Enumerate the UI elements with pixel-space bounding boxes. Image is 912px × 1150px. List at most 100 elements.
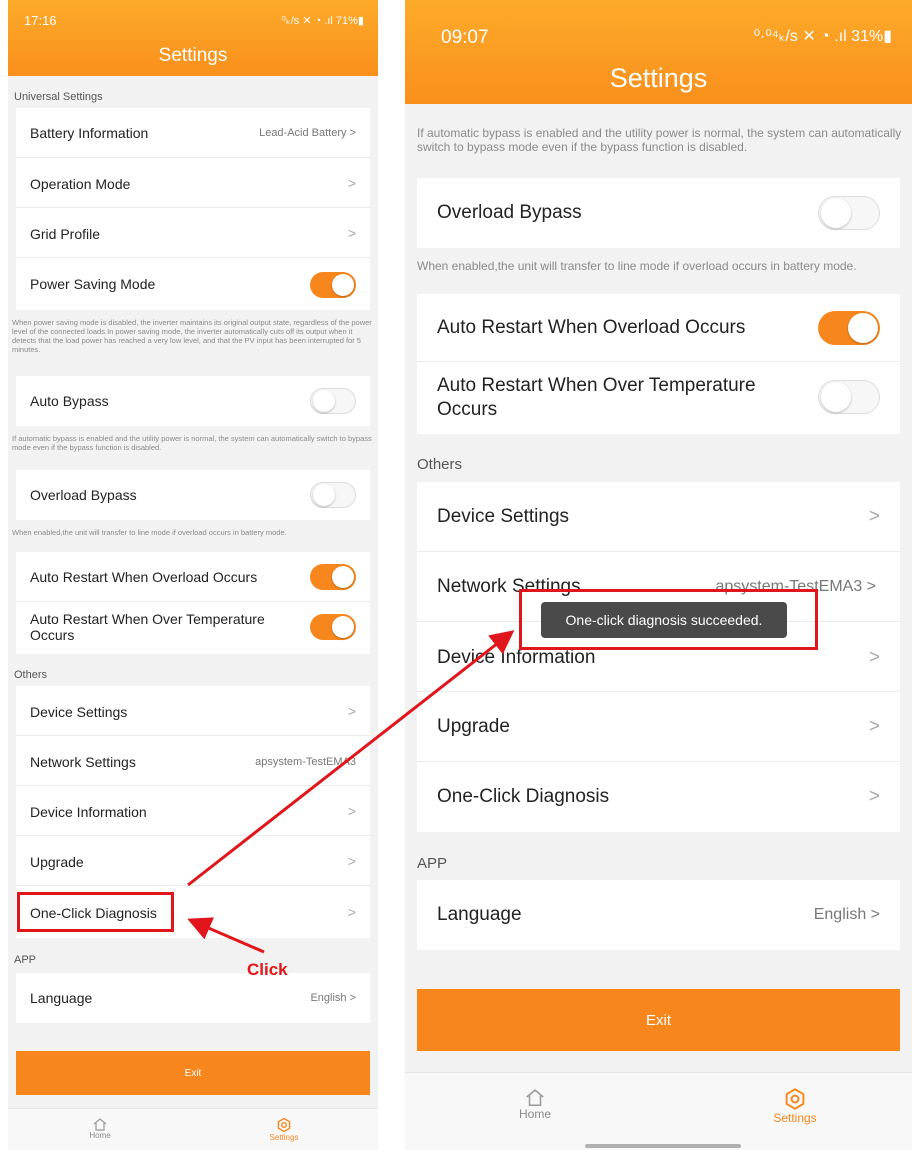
left-phone-screen: 17:16 ⁰ₖ/s ✕ ◔ .ıl 71%▮ Settings Univers… [8,0,378,1150]
status-icons: ⁰ₖ/s ✕ ◔ .ıl 71%▮ [281,15,364,27]
language-row[interactable]: Language English > [16,973,370,1023]
power-saving-toggle[interactable] [310,272,356,298]
row-value: Lead-Acid Battery > [259,127,356,139]
tab-label: Home [518,1107,551,1121]
gear-icon [277,1117,291,1133]
row-value: English > [310,992,356,1004]
chevron-right-icon: > [347,904,356,920]
toggle-knob [313,390,335,412]
section-app: APP [417,855,448,872]
row-label: Auto Restart When Over Temperature Occur… [437,375,756,420]
chevron-right-icon: > [347,853,356,869]
toggle-knob [821,382,851,412]
tab-label: Settings [773,1111,817,1125]
exit-button[interactable]: Exit [417,989,900,1051]
home-icon [526,1089,544,1107]
language-row[interactable]: Language English > [417,880,900,950]
chevron-right-icon: > [347,175,356,191]
chevron-right-icon: > [347,803,356,819]
auto-restart-overload-row: Auto Restart When Overload Occurs [16,552,370,602]
overload-bypass-card: Overload Bypass [417,178,900,248]
row-label: Device Settings [437,506,570,527]
auto-bypass-note: If automatic bypass is enabled and the u… [417,126,902,155]
toggle-knob [332,274,354,296]
gear-icon [785,1088,805,1110]
upgrade-row[interactable]: Upgrade > [417,692,900,762]
row-value: apsystem-TestEMA3 [255,756,356,768]
exit-button[interactable]: Exit [16,1051,370,1095]
power-saving-note: When power saving mode is disabled, the … [12,318,372,354]
app-card: Language English > [16,973,370,1023]
auto-restart-temperature-row: Auto Restart When Over Temperature Occur… [16,602,370,654]
auto-restart-overload-toggle[interactable] [818,311,880,345]
click-annotation-label: Click [247,960,288,979]
others-card: Device Settings > Network Settings apsys… [417,482,900,832]
row-label: Network Settings [30,754,136,770]
tab-settings[interactable]: Settings [735,1087,855,1125]
auto-restart-card: Auto Restart When Overload Occurs Auto R… [417,294,900,434]
row-label: Upgrade [437,716,510,737]
auto-bypass-toggle[interactable] [310,388,356,414]
bottom-tab-bar: Home Settings [405,1072,912,1150]
grid-profile-row[interactable]: Grid Profile > [16,208,370,258]
page-title: Settings [609,63,708,93]
auto-bypass-card: Auto Bypass [16,376,370,426]
universal-settings-card: Battery Information Lead-Acid Battery > … [16,108,370,310]
row-label: Operation Mode [30,176,131,192]
tab-home[interactable]: Home [50,1117,150,1140]
section-universal-settings: Universal Settings [14,91,103,103]
tab-home[interactable]: Home [475,1087,595,1121]
power-saving-mode-row: Power Saving Mode [16,258,370,310]
row-label: Auto Restart When Over Temperature Occur… [30,611,265,644]
chevron-right-icon: > [868,647,880,668]
section-app: APP [14,954,37,966]
toast-highlight-box [519,589,818,650]
row-label: Grid Profile [30,226,101,242]
auto-restart-temperature-row: Auto Restart When Over Temperature Occur… [417,362,900,434]
auto-restart-card: Auto Restart When Overload Occurs Auto R… [16,552,370,654]
status-time: 09:07 [441,27,489,48]
chevron-right-icon: > [347,225,356,241]
one-click-highlight-box [17,892,174,932]
gesture-bar [585,1144,741,1148]
device-settings-row[interactable]: Device Settings > [417,482,900,552]
overload-bypass-card: Overload Bypass [16,470,370,520]
header-bar: 17:16 ⁰ₖ/s ✕ ◔ .ıl 71%▮ Settings [8,0,378,76]
row-label: Device Information [30,804,147,820]
tab-settings[interactable]: Settings [234,1117,334,1142]
overload-bypass-toggle[interactable] [818,196,880,230]
home-icon [93,1118,107,1131]
upgrade-row[interactable]: Upgrade > [16,836,370,886]
row-label: Overload Bypass [30,487,137,503]
network-settings-row[interactable]: Network Settings apsystem-TestEMA3 [16,736,370,786]
auto-bypass-row: Auto Bypass [16,376,370,426]
chevron-right-icon: > [868,716,880,737]
overload-bypass-note: When enabled,the unit will transfer to l… [12,528,287,537]
overload-bypass-toggle[interactable] [310,482,356,508]
one-click-diagnosis-row[interactable]: One-Click Diagnosis > [417,762,900,832]
row-label: Language [30,990,93,1006]
row-label: Power Saving Mode [30,276,156,292]
device-settings-row[interactable]: Device Settings > [16,686,370,736]
battery-information-row[interactable]: Battery Information Lead-Acid Battery > [16,108,370,158]
auto-restart-overload-toggle[interactable] [310,564,356,590]
row-label: Device Information [437,647,596,668]
chevron-right-icon: > [347,703,356,719]
operation-mode-row[interactable]: Operation Mode > [16,158,370,208]
section-others: Others [14,669,48,681]
row-label: Auto Restart When Overload Occurs [437,317,746,338]
header-bar: 09:07 ⁰·⁰⁴ₖ/s ✕ ◔ .ıl 31%▮ Settings [405,0,912,104]
overload-bypass-note: When enabled,the unit will transfer to l… [417,259,857,273]
device-information-row[interactable]: Device Information > [16,786,370,836]
status-icons: ⁰·⁰⁴ₖ/s ✕ ◔ .ıl 31%▮ [753,28,892,45]
auto-restart-temperature-toggle[interactable] [818,380,880,414]
row-label: Language [437,904,522,925]
toggle-knob [313,484,335,506]
row-label: Auto Restart When Overload Occurs [30,569,258,585]
auto-restart-temperature-toggle[interactable] [310,614,356,640]
right-phone-screen: 09:07 ⁰·⁰⁴ₖ/s ✕ ◔ .ıl 31%▮ Settings If a… [405,0,912,1150]
bottom-tab-bar: Home Settings [8,1108,378,1150]
overload-bypass-row: Overload Bypass [417,178,900,248]
section-others: Others [417,456,463,473]
auto-bypass-note: If automatic bypass is enabled and the u… [12,434,372,452]
